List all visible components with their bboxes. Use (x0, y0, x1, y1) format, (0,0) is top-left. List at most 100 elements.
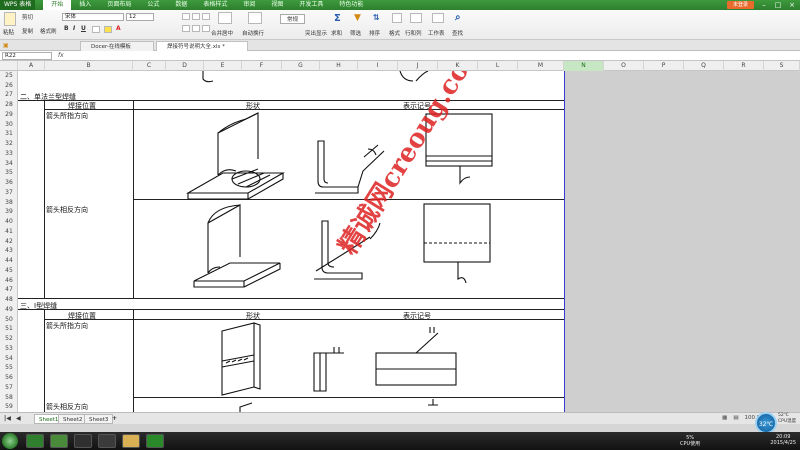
align-right-icon[interactable] (202, 25, 210, 32)
align-middle-icon[interactable] (192, 13, 200, 20)
row-header[interactable]: 36 (0, 178, 18, 188)
row-header[interactable]: 33 (0, 149, 18, 159)
sheet-tab-2[interactable]: Sheet2 (58, 414, 88, 424)
highlight-button[interactable]: 突出显示 (305, 29, 327, 37)
menu-table-style[interactable]: 表格样式 (195, 0, 235, 10)
row-header[interactable]: 53 (0, 344, 18, 354)
worksheet-icon[interactable] (432, 13, 444, 23)
merge-center-button[interactable]: 合并居中 (211, 29, 233, 37)
align-left-icon[interactable] (182, 25, 190, 32)
align-bottom-icon[interactable] (202, 13, 210, 20)
menu-review[interactable]: 审阅 (235, 0, 263, 10)
menu-developer[interactable]: 开发工具 (291, 0, 331, 10)
row-header[interactable]: 41 (0, 227, 18, 237)
filter-button[interactable]: 筛选 (350, 29, 361, 37)
row-header[interactable]: 59 (0, 402, 18, 412)
row-header[interactable]: 38 (0, 198, 18, 208)
row-header[interactable]: 45 (0, 266, 18, 276)
menu-home[interactable]: 开始 (43, 0, 72, 10)
sheet-tab-3[interactable]: Sheet3 (84, 414, 114, 424)
column-header[interactable]: L (478, 61, 518, 71)
wrap-text-button[interactable]: 自动换行 (242, 29, 264, 37)
row-header[interactable]: 46 (0, 276, 18, 286)
sum-button[interactable]: 求和 (331, 29, 342, 37)
row-header[interactable]: 42 (0, 237, 18, 247)
row-header[interactable]: 43 (0, 246, 18, 256)
login-button[interactable]: 未登录 (726, 1, 754, 9)
column-header[interactable]: C (133, 61, 166, 71)
add-sheet-icon[interactable]: + (112, 415, 117, 422)
cut-button[interactable]: 剪切 (22, 13, 33, 21)
first-sheet-icon[interactable]: |◀ (4, 415, 11, 422)
start-button[interactable] (2, 433, 18, 449)
row-col-button[interactable]: 行和列 (405, 29, 422, 37)
format-icon[interactable] (392, 13, 402, 23)
column-header[interactable]: A (18, 61, 45, 71)
row-header[interactable]: 26 (0, 81, 18, 91)
menu-page-layout[interactable]: 页面布局 (99, 0, 139, 10)
taskbar-folder-icon[interactable] (122, 434, 140, 448)
row-header[interactable]: 37 (0, 188, 18, 198)
font-name-select[interactable]: 宋体 (62, 13, 124, 21)
underline-button[interactable]: U (81, 25, 86, 32)
menu-insert[interactable]: 插入 (71, 0, 99, 10)
number-format-select[interactable]: 常规 (280, 14, 306, 24)
format-button[interactable]: 格式 (389, 29, 400, 37)
row-header[interactable]: 54 (0, 354, 18, 364)
column-header[interactable]: F (242, 61, 282, 71)
column-header[interactable]: J (398, 61, 438, 71)
row-header[interactable]: 30 (0, 120, 18, 130)
column-header[interactable]: O (604, 61, 644, 71)
merge-center-icon[interactable] (218, 12, 232, 24)
row-header[interactable]: 25 (0, 71, 18, 81)
row-header[interactable]: 28 (0, 100, 18, 110)
column-header[interactable]: D (166, 61, 204, 71)
font-size-select[interactable]: 12 (126, 13, 154, 21)
row-header[interactable]: 39 (0, 207, 18, 217)
row-header[interactable]: 50 (0, 315, 18, 325)
row-col-icon[interactable] (410, 13, 422, 23)
row-header[interactable]: 57 (0, 383, 18, 393)
app-menu-button[interactable]: WPS 表格 (0, 0, 36, 10)
column-header[interactable]: H (320, 61, 358, 71)
menu-formulas[interactable]: 公式 (139, 0, 167, 10)
align-top-icon[interactable] (182, 13, 190, 20)
row-header[interactable]: 58 (0, 393, 18, 403)
name-box[interactable]: R22 (2, 52, 52, 60)
tab-docer[interactable]: Docer-在线模板 (80, 41, 154, 51)
column-header[interactable]: I (358, 61, 398, 71)
menu-view[interactable]: 视图 (263, 0, 291, 10)
fill-color-icon[interactable] (104, 26, 112, 33)
column-header-selected[interactable]: N (564, 61, 604, 71)
row-header[interactable]: 48 (0, 295, 18, 305)
column-header[interactable]: K (438, 61, 478, 71)
sheet-empty-area[interactable] (565, 71, 800, 412)
row-header[interactable]: 47 (0, 285, 18, 295)
column-header[interactable]: Q (684, 61, 724, 71)
row-header[interactable]: 35 (0, 168, 18, 178)
row-header[interactable]: 51 (0, 324, 18, 334)
binoculars-icon[interactable]: ⌕ (455, 12, 461, 23)
row-header[interactable]: 49 (0, 305, 18, 315)
row-header[interactable]: 52 (0, 334, 18, 344)
column-header[interactable]: S (764, 61, 800, 71)
column-header[interactable]: B (45, 61, 133, 71)
tab-file[interactable]: 焊接符号说明大全.xls * (156, 41, 248, 51)
clock[interactable]: 20:09 2015/4/25 (770, 434, 796, 446)
row-header[interactable]: 34 (0, 159, 18, 169)
border-icon[interactable] (92, 26, 100, 33)
sort-button[interactable]: 排序 (369, 29, 380, 37)
paste-icon[interactable] (4, 12, 16, 26)
column-header[interactable]: M (518, 61, 564, 71)
menu-data[interactable]: 数据 (167, 0, 195, 10)
worksheet-button[interactable]: 工作表 (428, 29, 445, 37)
column-header[interactable]: E (204, 61, 242, 71)
wrap-text-icon[interactable] (248, 12, 262, 24)
sort-icon[interactable]: ⇅ (373, 13, 380, 22)
close-icon[interactable]: × (788, 1, 796, 9)
row-header[interactable]: 32 (0, 139, 18, 149)
filter-icon[interactable]: ▼ (354, 13, 361, 23)
font-color-icon[interactable]: A (116, 25, 121, 32)
taskbar-app-icon[interactable] (50, 434, 68, 448)
italic-button[interactable]: I (73, 25, 75, 32)
